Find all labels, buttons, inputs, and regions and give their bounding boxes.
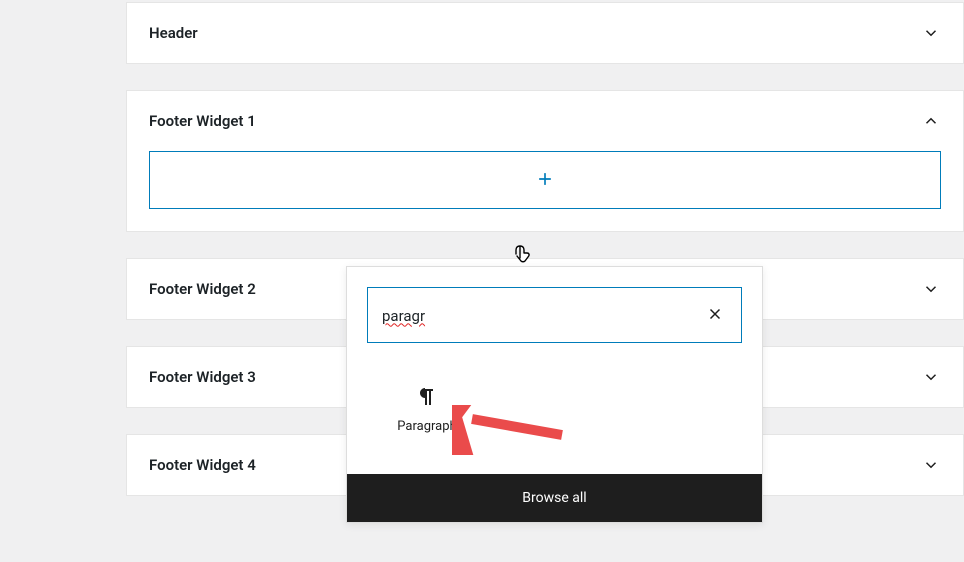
chevron-down-icon [921,367,941,387]
chevron-down-icon [921,455,941,475]
search-results: Paragraph [347,363,762,474]
browse-all-button[interactable]: Browse all [347,474,762,522]
widget-title: Header [149,24,198,42]
widget-toggle-footer-1[interactable]: Footer Widget 1 [127,91,963,151]
plus-icon [535,169,555,192]
chevron-down-icon [921,23,941,43]
widget-title: Footer Widget 2 [149,280,256,298]
widget-toggle-header[interactable]: Header [127,3,963,63]
block-label: Paragraph [375,419,479,434]
widget-body [127,151,963,231]
widget-panel-header: Header [126,2,964,64]
chevron-up-icon [921,111,941,131]
search-box: paragr [367,287,742,343]
chevron-down-icon [921,279,941,299]
widget-panel-footer-1: Footer Widget 1 [126,90,964,232]
search-input-value: paragr [382,307,425,325]
widget-title: Footer Widget 1 [149,112,256,130]
block-item-paragraph[interactable]: Paragraph [367,373,487,446]
clear-search-button[interactable] [703,303,727,327]
search-input[interactable]: paragr [382,306,703,325]
close-icon [706,305,724,326]
add-block-button[interactable] [149,151,941,209]
widget-title: Footer Widget 3 [149,368,256,386]
search-wrapper: paragr [347,267,762,363]
block-inserter-popover: paragr Paragraph Browse all [346,266,763,523]
widget-title: Footer Widget 4 [149,456,256,474]
pilcrow-icon [375,385,479,409]
